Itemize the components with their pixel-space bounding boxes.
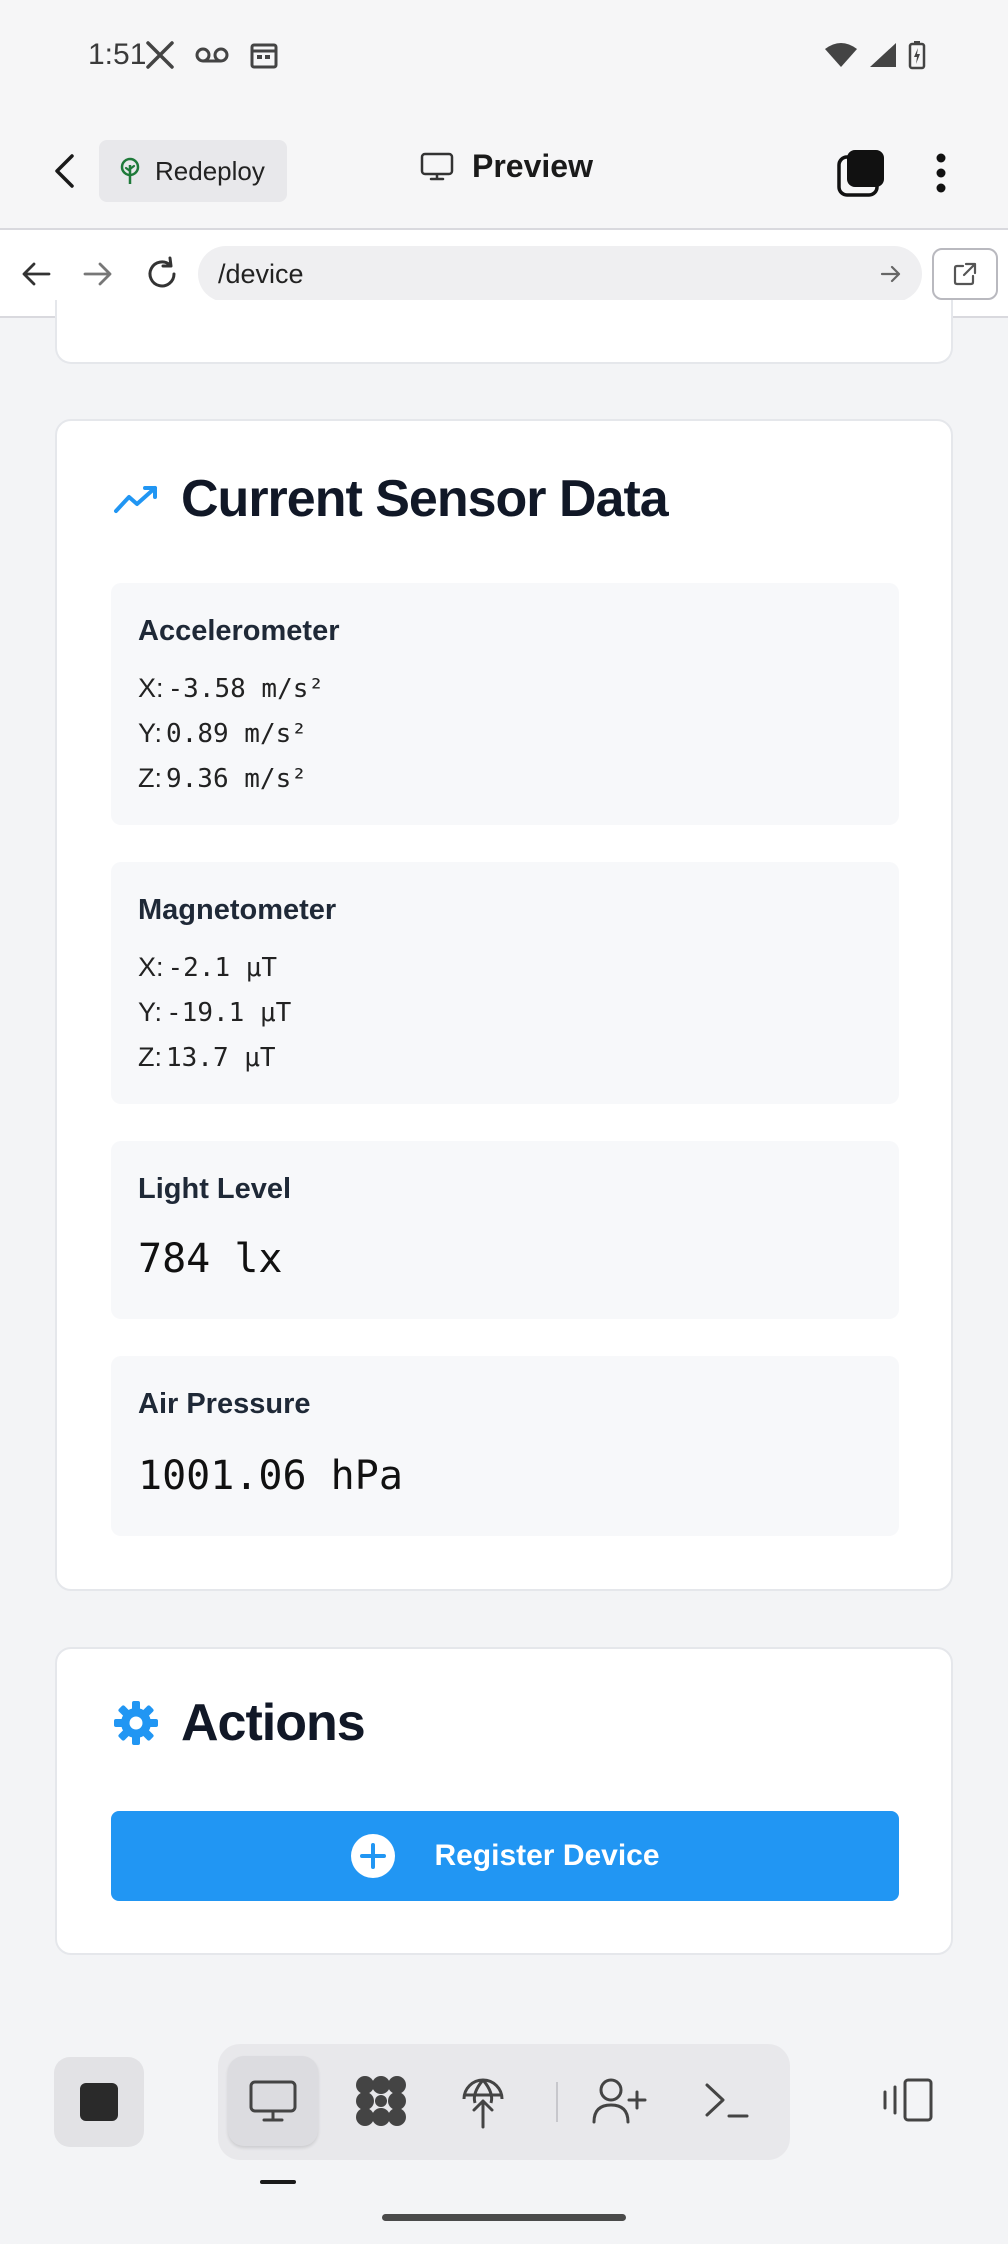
toolbar-divider [556,2082,558,2122]
external-link-icon [953,262,977,286]
accelerometer-title: Accelerometer [138,615,340,647]
stop-icon [80,2083,118,2121]
accelerometer-z: Z: 9.36 m/s² [138,763,307,794]
accelerometer-x-value: -3.58 m/s² [167,674,325,704]
stop-button[interactable] [54,2057,144,2147]
magnetometer-z-value: 13.7 μT [166,1043,276,1073]
previous-card [55,300,953,364]
status-time: 1:51 [88,38,147,71]
terminal-tool-button[interactable] [682,2056,772,2146]
reload-button[interactable] [140,252,184,296]
actions-heading-text: Actions [181,1694,366,1752]
tree-icon [120,157,140,184]
magnetometer-tile: Magnetometer X: -2.1 μT Y: -19.1 μT Z: 13.7… [111,862,899,1104]
magnetometer-title: Magnetometer [138,894,337,926]
url-text: /device [218,258,304,289]
deploy-tool-button[interactable] [438,2056,528,2146]
monitor-icon [249,2080,297,2122]
battery-charging-icon [908,41,926,70]
accelerometer-z-label: Z: [138,763,162,793]
arrow-left-icon [22,262,51,286]
layout-toggle-button[interactable] [876,2060,940,2140]
accelerometer-z-value: 9.36 m/s² [166,764,307,794]
air-pressure-tile: Air Pressure 1001.06 hPa [111,1356,899,1536]
trending-up-icon [114,486,157,513]
tabs-button[interactable] [836,148,886,198]
status-right-icons [824,40,926,70]
preview-title-text: Preview [472,148,593,184]
accelerometer-y-value: 0.89 m/s² [166,719,307,749]
globe-upload-icon [462,2078,504,2129]
magnetometer-y-value: -19.1 μT [166,998,292,1028]
magnetometer-x: X: -2.1 μT [138,952,277,983]
actions-heading: Actions [113,1693,366,1753]
register-device-button[interactable]: Register Device [111,1811,899,1901]
air-pressure-value: 1001.06 hPa [138,1453,403,1499]
nav-back-button[interactable] [14,252,58,296]
invite-user-tool-button[interactable] [574,2056,664,2146]
bottom-toolbar [0,2030,1008,2244]
register-device-label: Register Device [434,1839,660,1872]
active-tab-indicator [260,2180,296,2184]
more-vertical-icon [936,153,946,193]
reload-icon [148,256,176,288]
chevron-left-icon [55,154,74,188]
sensor-heading: Current Sensor Data [113,469,669,529]
voicemail-icon [195,47,229,63]
url-input[interactable]: /device [198,246,922,302]
gear-icon [114,1701,158,1745]
back-button[interactable] [42,148,88,194]
magnetometer-z: Z: 13.7 μT [138,1042,276,1073]
status-left-icons [145,40,279,70]
redeploy-button[interactable]: Redeploy [99,140,287,202]
preview-title: Preview [420,148,593,185]
monitor-icon [420,152,454,180]
preview-tool-button[interactable] [228,2056,318,2146]
calendar-icon [250,43,278,69]
nav-forward-button[interactable] [76,252,120,296]
redeploy-label: Redeploy [155,155,265,186]
magnetometer-x-label: X: [138,952,164,982]
go-arrow-icon[interactable] [880,264,902,284]
accelerometer-y: Y: 0.89 m/s² [138,718,307,749]
signal-icon [870,43,896,67]
network-blob-icon [356,2076,406,2126]
terminal-icon [705,2083,749,2118]
accelerometer-y-label: Y: [138,718,163,748]
wifi-icon [825,43,857,67]
panel-layout-icon [883,2078,933,2122]
sensor-data-card: Current Sensor Data Accelerometer X: -3.5… [55,419,953,1591]
packages-tool-button[interactable] [336,2056,426,2146]
actions-card: Actions Register Device [55,1647,953,1955]
arrow-right-icon [83,262,112,286]
app-bar: Redeploy Preview [0,118,1008,230]
light-level-title: Light Level [138,1173,292,1205]
add-user-icon [592,2078,647,2124]
accelerometer-tile: Accelerometer X: -3.58 m/s² Y: 0.89 m/s² Z… [111,583,899,825]
air-pressure-title: Air Pressure [138,1388,311,1420]
plus-circle-icon [351,1834,396,1878]
light-level-value: 784 lx [138,1236,283,1282]
tabs-icon [837,150,884,197]
more-options-button[interactable] [924,146,958,200]
magnetometer-z-label: Z: [138,1042,162,1072]
accelerometer-x-label: X: [138,673,164,703]
magnetometer-x-value: -2.1 μT [167,953,278,983]
tool-group [218,2044,790,2160]
magnetometer-y-label: Y: [138,997,163,1027]
home-indicator [382,2214,626,2221]
magnetometer-y: Y: -19.1 μT [138,997,291,1028]
status-bar: 1:51 [0,0,1008,118]
light-level-tile: Light Level 784 lx [111,1141,899,1319]
accelerometer-x: X: -3.58 m/s² [138,673,324,704]
sensor-heading-text: Current Sensor Data [181,470,669,528]
x-logo-icon [146,41,174,69]
open-external-button[interactable] [932,248,998,300]
